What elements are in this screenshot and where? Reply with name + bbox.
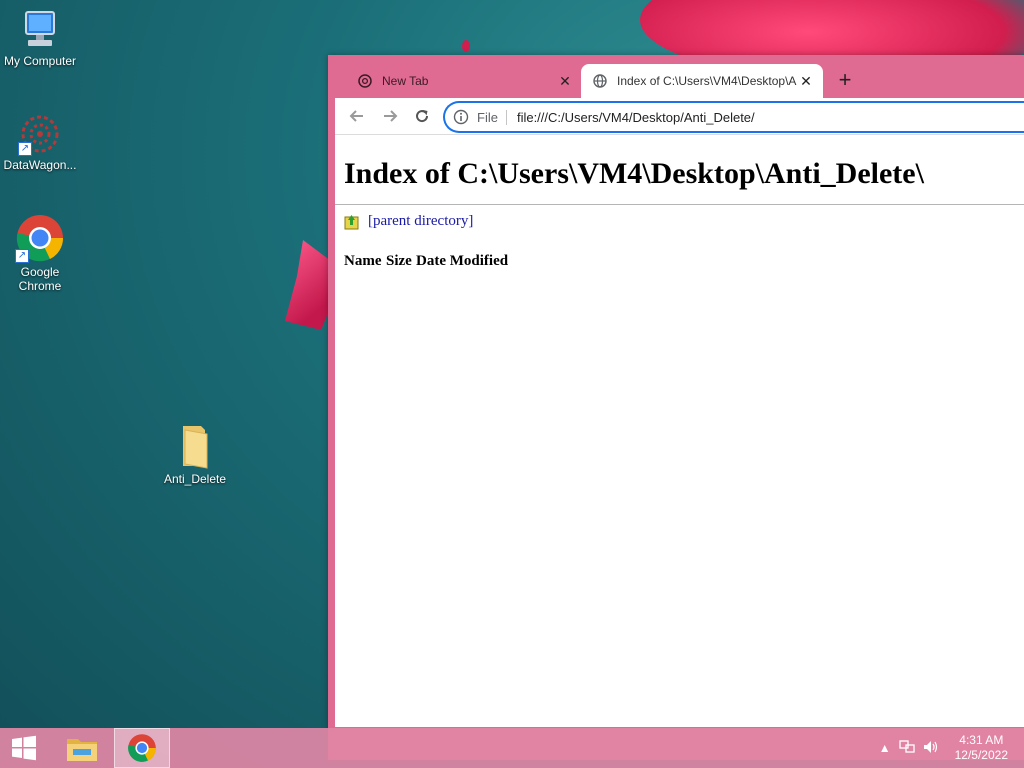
parent-directory-link[interactable]: [parent directory] — [368, 213, 473, 230]
close-tab-button[interactable]: ✕ — [797, 73, 815, 90]
back-button[interactable] — [347, 106, 367, 126]
chrome-taskbar-button[interactable] — [114, 728, 170, 768]
file-explorer-icon — [67, 739, 97, 761]
clock[interactable]: 4:31 AM 12/5/2022 — [955, 733, 1008, 763]
start-button[interactable] — [0, 728, 48, 768]
tab-strip: New Tab ✕ Index of C:\Users\VM4\Desktop\… — [328, 55, 1024, 98]
desktop-icon-anti-delete[interactable]: Anti_Delete — [155, 422, 235, 486]
datawagon-icon: ↗ — [18, 112, 62, 156]
desktop-icon-label: Google Chrome — [18, 265, 62, 293]
arrow-left-icon — [349, 110, 363, 122]
desktop-icon-google-chrome[interactable]: ↗ Google Chrome — [0, 213, 80, 293]
chevron-up-icon[interactable]: ▲ — [879, 741, 891, 755]
tab-title: New Tab — [382, 74, 429, 88]
browser-toolbar: File file:///C:/Users/VM4/Desktop/Anti_D… — [335, 98, 1024, 134]
up-folder-icon — [344, 214, 359, 230]
computer-icon — [18, 8, 62, 52]
divider — [335, 204, 1024, 205]
column-header-name[interactable]: Name — [344, 253, 382, 270]
volume-icon[interactable] — [923, 740, 939, 757]
address-bar[interactable]: File file:///C:/Users/VM4/Desktop/Anti_D… — [443, 101, 1024, 133]
page-content: Index of C:\Users\VM4\Desktop\Anti_Delet… — [335, 134, 1024, 727]
tab-new-tab[interactable]: New Tab ✕ — [346, 64, 582, 98]
network-icon[interactable] — [898, 739, 915, 757]
parent-directory-row: [parent directory] — [344, 213, 473, 230]
url-scheme-label: File — [477, 109, 507, 125]
shortcut-arrow-icon: ↗ — [18, 142, 32, 156]
reload-button[interactable] — [412, 106, 432, 126]
url-text[interactable]: file:///C:/Users/VM4/Desktop/Anti_Delete… — [517, 110, 755, 125]
desktop-icon-label: My Computer — [3, 54, 77, 68]
desktop-icon-label: Anti_Delete — [163, 472, 227, 486]
chrome-icon — [358, 74, 372, 88]
folder-icon — [175, 422, 215, 470]
file-explorer-button[interactable] — [54, 728, 110, 768]
chrome-icon: ↗ — [15, 213, 65, 263]
desktop-icon-label: DataWagon... — [3, 158, 77, 172]
desktop-icon-my-computer[interactable]: My Computer — [0, 8, 80, 68]
reload-icon — [416, 110, 429, 123]
page-title: Index of C:\Users\VM4\Desktop\Anti_Delet… — [344, 157, 924, 190]
new-tab-button[interactable]: + — [833, 69, 857, 93]
shortcut-arrow-icon: ↗ — [15, 249, 29, 263]
desktop-icon-datawagon[interactable]: ↗ DataWagon... — [0, 112, 80, 172]
chrome-icon — [128, 734, 156, 762]
system-tray: ▲ 4:31 AM 12/5/2022 — [875, 728, 1024, 768]
taskbar: ▲ 4:31 AM 12/5/2022 — [0, 728, 1024, 768]
clock-time: 4:31 AM — [959, 733, 1004, 747]
start-icon — [12, 735, 36, 761]
arrow-right-icon — [384, 110, 398, 122]
tab-index-of[interactable]: Index of C:\Users\VM4\Desktop\Anti_Delet… — [581, 64, 823, 98]
column-header-size[interactable]: Size — [386, 253, 412, 270]
info-icon[interactable] — [453, 109, 469, 125]
close-tab-button[interactable]: ✕ — [556, 73, 574, 90]
tab-title: Index of C:\Users\VM4\Desktop\Anti_Delet… — [617, 74, 797, 88]
browser-window: New Tab ✕ Index of C:\Users\VM4\Desktop\… — [328, 55, 1024, 760]
clock-date: 12/5/2022 — [954, 748, 1008, 762]
globe-icon — [593, 74, 607, 88]
column-header-date-modified[interactable]: Date Modified — [416, 253, 508, 270]
forward-button[interactable] — [380, 106, 400, 126]
wallpaper-petal — [462, 40, 470, 52]
